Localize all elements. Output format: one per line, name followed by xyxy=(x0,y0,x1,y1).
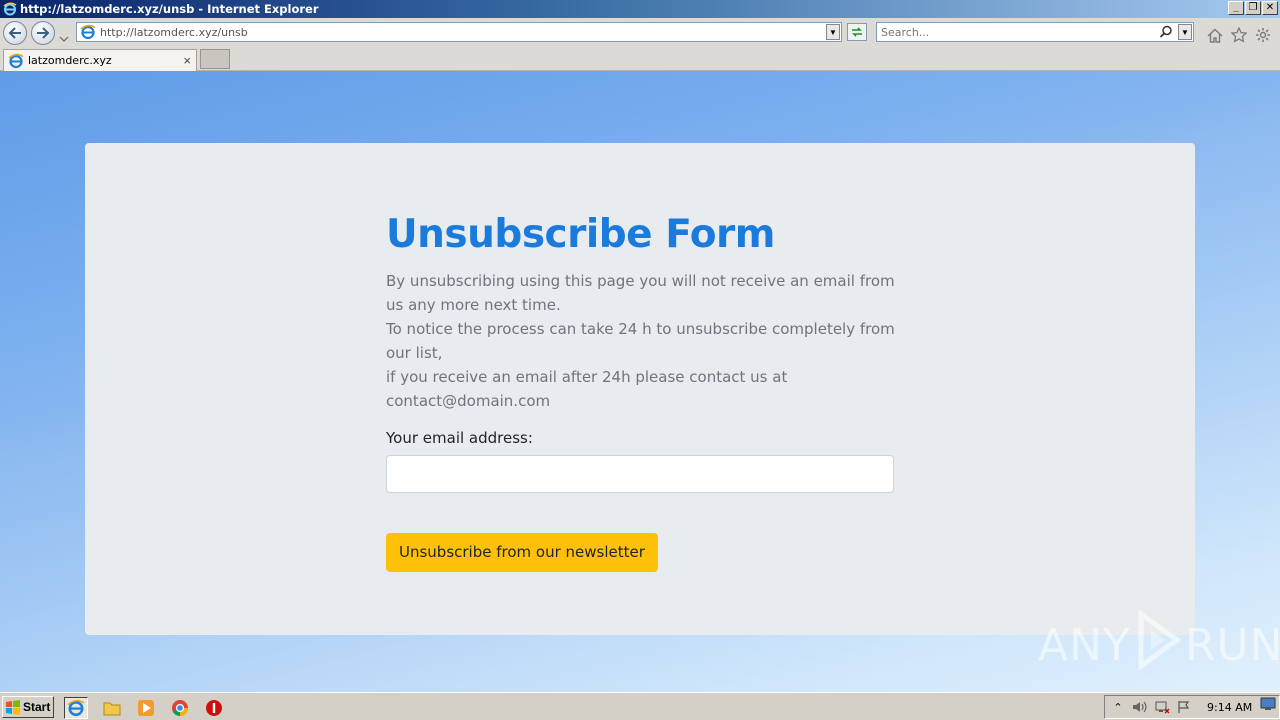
start-button[interactable]: Start xyxy=(2,696,54,718)
restore-button[interactable]: ❐ xyxy=(1245,1,1261,15)
history-dropdown-icon[interactable] xyxy=(59,29,69,47)
ie-tab-icon xyxy=(8,53,24,69)
window-title: http://latzomderc.xyz/unsb - Internet Ex… xyxy=(20,2,319,16)
back-arrow-icon xyxy=(8,27,21,39)
address-dropdown-icon[interactable]: ▼ xyxy=(826,24,840,40)
email-field[interactable] xyxy=(386,455,894,493)
new-tab-button[interactable] xyxy=(200,49,230,69)
search-box[interactable]: ▼ xyxy=(876,22,1194,42)
forward-arrow-icon xyxy=(37,27,50,39)
tab-bar: latzomderc.xyz × xyxy=(0,46,1280,71)
action-center-flag-icon[interactable] xyxy=(1175,698,1193,716)
ie-logo-icon xyxy=(2,1,18,17)
clock[interactable]: 9:14 AM xyxy=(1207,701,1252,714)
tab-label: latzomderc.xyz xyxy=(28,54,112,67)
page-title: Unsubscribe Form xyxy=(386,212,775,257)
description-line-3: if you receive an email after 24h please… xyxy=(386,368,788,410)
unsubscribe-button[interactable]: Unsubscribe from our newsletter xyxy=(386,533,658,572)
system-tray: ⌃ 9:14 AM xyxy=(1104,695,1280,719)
description: By unsubscribing using this page you wil… xyxy=(386,269,896,413)
refresh-button[interactable] xyxy=(847,23,867,41)
show-desktop-icon[interactable] xyxy=(1260,697,1276,711)
address-bar[interactable]: http://latzomderc.xyz/unsb ▼ xyxy=(76,22,842,42)
close-button[interactable]: ✕ xyxy=(1262,1,1278,15)
search-dropdown-icon[interactable]: ▼ xyxy=(1178,24,1192,40)
forward-button[interactable] xyxy=(31,21,55,45)
tab-close-icon[interactable]: × xyxy=(183,53,191,68)
search-input[interactable] xyxy=(877,25,1147,39)
taskbar-folder-icon[interactable] xyxy=(100,697,124,719)
windows-flag-icon xyxy=(5,699,21,715)
page-viewport: Unsubscribe Form By unsubscribing using … xyxy=(0,71,1280,692)
tray-expand-icon[interactable]: ⌃ xyxy=(1109,698,1127,716)
search-icon[interactable] xyxy=(1159,25,1173,39)
taskbar: Start ⌃ 9:14 AM xyxy=(0,692,1280,720)
taskbar-media-player-icon[interactable] xyxy=(134,697,158,719)
unsubscribe-form: Unsubscribe Form By unsubscribing using … xyxy=(386,211,896,572)
window-titlebar: http://latzomderc.xyz/unsb - Internet Ex… xyxy=(0,0,1280,18)
watermark-right-text: RUN xyxy=(1184,620,1280,671)
form-card: Unsubscribe Form By unsubscribing using … xyxy=(85,143,1195,635)
watermark-play-icon xyxy=(1135,609,1182,681)
description-line-2: To notice the process can take 24 h to u… xyxy=(386,320,895,362)
taskbar-chrome-icon[interactable] xyxy=(168,697,192,719)
address-url[interactable]: http://latzomderc.xyz/unsb xyxy=(100,26,248,39)
volume-icon[interactable] xyxy=(1131,698,1149,716)
minimize-button[interactable]: _ xyxy=(1228,1,1244,15)
tab-latzomderc[interactable]: latzomderc.xyz × xyxy=(3,49,197,71)
ie-page-icon xyxy=(80,24,96,40)
email-label: Your email address: xyxy=(386,429,533,447)
refresh-icon xyxy=(852,27,862,37)
start-label: Start xyxy=(23,700,51,714)
description-line-1: By unsubscribing using this page you wil… xyxy=(386,272,895,314)
settings-gear-icon[interactable] xyxy=(1254,26,1272,44)
network-icon[interactable] xyxy=(1153,698,1171,716)
navigation-bar: http://latzomderc.xyz/unsb ▼ ▼ xyxy=(0,18,1280,46)
taskbar-stop-icon[interactable] xyxy=(202,697,226,719)
favorites-star-icon[interactable] xyxy=(1230,26,1248,44)
home-icon[interactable] xyxy=(1206,26,1224,44)
watermark-left-text: ANY xyxy=(1038,620,1131,671)
taskbar-ie-icon[interactable] xyxy=(64,697,88,719)
anyrun-watermark: ANY RUN xyxy=(1038,609,1280,681)
back-button[interactable] xyxy=(3,21,27,45)
